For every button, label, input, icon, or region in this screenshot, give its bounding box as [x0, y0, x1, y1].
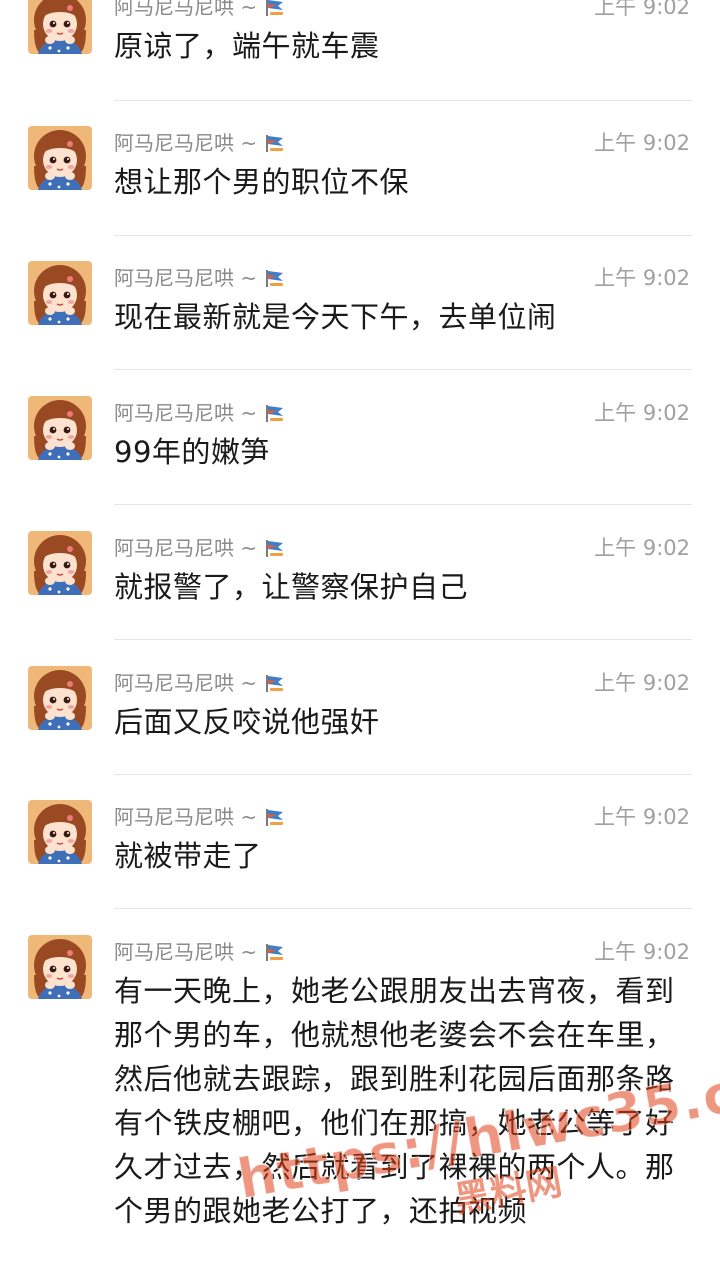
message-text[interactable]: 有一天晚上，她老公跟朋友出去宵夜，看到那个男的车，他就想他老婆会不会在车里，然后… — [114, 969, 694, 1233]
message-time: 上午 9:02 — [594, 940, 690, 964]
message-text[interactable]: 99年的嫩笋 — [114, 430, 694, 474]
chat-message-list[interactable]: 阿马尼马尼哄 ~ 上午 9:02 原谅了，端午就车震 阿马尼马尼哄 ~ 上午 9… — [0, 0, 720, 1280]
sender-row: 阿马尼马尼哄 ~ — [114, 398, 285, 428]
message-time: 上午 9:02 — [594, 0, 690, 19]
sender-row: 阿马尼马尼哄 ~ — [114, 668, 285, 698]
message-divider — [114, 235, 692, 236]
message-text[interactable]: 后面又反咬说他强奸 — [114, 700, 694, 744]
sender-row: 阿马尼马尼哄 ~ — [114, 937, 285, 967]
message-time: 上午 9:02 — [594, 131, 690, 155]
message-time: 上午 9:02 — [594, 805, 690, 829]
message-text[interactable]: 就被带走了 — [114, 834, 694, 878]
flag-icon — [263, 807, 285, 827]
message-text[interactable]: 原谅了，端午就车震 — [114, 24, 694, 68]
flag-icon — [263, 133, 285, 153]
sender-name[interactable]: 阿马尼马尼哄 ~ — [114, 398, 257, 428]
sender-name[interactable]: 阿马尼马尼哄 ~ — [114, 802, 257, 832]
flag-icon — [263, 942, 285, 962]
flag-icon — [263, 538, 285, 558]
avatar[interactable] — [28, 396, 92, 460]
sender-name[interactable]: 阿马尼马尼哄 ~ — [114, 0, 257, 22]
sender-name[interactable]: 阿马尼马尼哄 ~ — [114, 263, 257, 293]
message-time: 上午 9:02 — [594, 671, 690, 695]
message-divider — [114, 369, 692, 370]
sender-row: 阿马尼马尼哄 ~ — [114, 128, 285, 158]
avatar[interactable] — [28, 935, 92, 999]
flag-icon — [263, 0, 285, 17]
sender-row: 阿马尼马尼哄 ~ — [114, 533, 285, 563]
message-text[interactable]: 就报警了，让警察保护自己 — [114, 565, 694, 609]
avatar[interactable] — [28, 800, 92, 864]
message-time: 上午 9:02 — [594, 401, 690, 425]
sender-name[interactable]: 阿马尼马尼哄 ~ — [114, 533, 257, 563]
avatar[interactable] — [28, 126, 92, 190]
avatar[interactable] — [28, 531, 92, 595]
avatar[interactable] — [28, 0, 92, 54]
message-divider — [114, 504, 692, 505]
message-time: 上午 9:02 — [594, 536, 690, 560]
sender-row: 阿马尼马尼哄 ~ — [114, 802, 285, 832]
sender-name[interactable]: 阿马尼马尼哄 ~ — [114, 937, 257, 967]
sender-name[interactable]: 阿马尼马尼哄 ~ — [114, 668, 257, 698]
sender-row: 阿马尼马尼哄 ~ — [114, 263, 285, 293]
flag-icon — [263, 403, 285, 423]
message-divider — [114, 908, 692, 909]
message-text[interactable]: 想让那个男的职位不保 — [114, 160, 694, 204]
message-text[interactable]: 现在最新就是今天下午，去单位闹 — [114, 295, 694, 339]
sender-row: 阿马尼马尼哄 ~ — [114, 0, 285, 22]
message-time: 上午 9:02 — [594, 266, 690, 290]
flag-icon — [263, 268, 285, 288]
flag-icon — [263, 673, 285, 693]
message-divider — [114, 774, 692, 775]
sender-name[interactable]: 阿马尼马尼哄 ~ — [114, 128, 257, 158]
message-divider — [114, 100, 692, 101]
avatar[interactable] — [28, 666, 92, 730]
message-divider — [114, 639, 692, 640]
avatar[interactable] — [28, 261, 92, 325]
